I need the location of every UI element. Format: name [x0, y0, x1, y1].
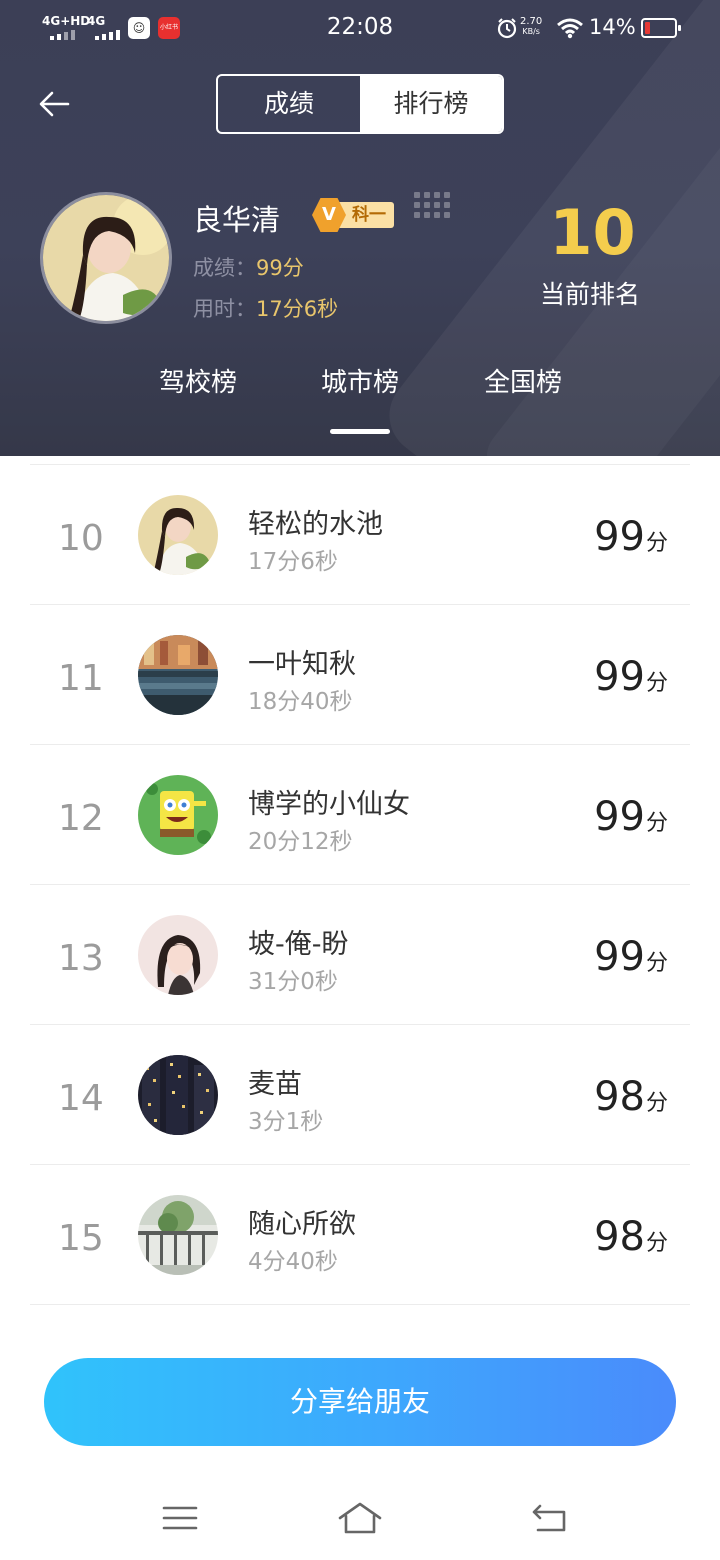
item-rank: 13: [58, 938, 104, 979]
item-rank: 14: [58, 1078, 104, 1119]
item-avatar: [138, 635, 218, 715]
item-time: 17分6秒: [248, 549, 338, 575]
my-score: 成绩：99分: [193, 256, 304, 280]
ranking-list: 10 轻松的水池 17分6秒 99分 11 一叶知秋 18分40秒 99分 12…: [30, 464, 690, 1305]
item-score: 98分: [594, 1214, 668, 1260]
item-score: 99分: [594, 654, 668, 700]
system-nav-bar: [0, 1480, 720, 1560]
item-name: 随心所欲: [248, 1209, 356, 1240]
ranking-header: 4G+HD 4G ☺ 小红书 22:08 2.70 KB/s 14% 成绩 排行…: [0, 0, 720, 456]
list-item[interactable]: 11 一叶知秋 18分40秒 99分: [30, 605, 690, 745]
home-icon[interactable]: [336, 1496, 384, 1540]
dots-decoration: [414, 192, 450, 218]
item-time: 3分1秒: [248, 1109, 324, 1135]
my-name: 良华清: [193, 203, 281, 237]
item-avatar: [138, 915, 218, 995]
menu-icon[interactable]: [156, 1496, 204, 1540]
item-name: 一叶知秋: [248, 649, 356, 680]
segment-score[interactable]: 成绩: [218, 76, 360, 132]
share-button[interactable]: 分享给朋友: [44, 1358, 676, 1446]
status-bar: 4G+HD 4G ☺ 小红书 22:08 2.70 KB/s 14%: [0, 0, 720, 56]
item-rank: 11: [58, 658, 104, 699]
item-avatar: [138, 1195, 218, 1275]
item-score: 98分: [594, 1074, 668, 1120]
current-rank-label: 当前排名: [539, 280, 640, 309]
item-time: 20分12秒: [248, 829, 353, 855]
subject-badge: V 科一: [312, 198, 394, 232]
view-segment-control: 成绩 排行榜: [216, 74, 504, 134]
wifi-icon: [557, 18, 583, 39]
item-avatar: [138, 495, 218, 575]
battery-icon: [641, 18, 681, 38]
list-item[interactable]: 14 麦苗 3分1秒 98分: [30, 1025, 690, 1165]
item-rank: 10: [58, 518, 104, 559]
item-rank: 12: [58, 798, 104, 839]
active-tab-indicator: [330, 429, 390, 434]
leaderboard-tabs: 驾校榜 城市榜 全国榜: [0, 362, 720, 402]
item-time: 18分40秒: [248, 689, 353, 715]
alarm-icon: [497, 18, 517, 39]
tab-school[interactable]: 驾校榜: [138, 362, 258, 399]
return-icon[interactable]: [526, 1496, 574, 1540]
current-rank-value: 10: [549, 196, 636, 269]
net-speed: 2.70 KB/s: [520, 16, 543, 37]
item-avatar: [138, 775, 218, 855]
list-item[interactable]: 10 轻松的水池 17分6秒 99分: [30, 465, 690, 605]
item-name: 麦苗: [248, 1069, 302, 1100]
item-name: 博学的小仙女: [248, 789, 410, 820]
item-avatar: [138, 1055, 218, 1135]
item-rank: 15: [58, 1218, 104, 1259]
battery-percent: 14%: [589, 15, 636, 39]
tab-city[interactable]: 城市榜: [300, 362, 420, 399]
back-arrow-icon[interactable]: [36, 84, 76, 124]
list-item[interactable]: 15 随心所欲 4分40秒 98分: [30, 1165, 690, 1305]
item-score: 99分: [594, 934, 668, 980]
item-time: 31分0秒: [248, 969, 338, 995]
my-time: 用时：17分6秒: [193, 297, 339, 321]
my-avatar[interactable]: [40, 192, 172, 324]
item-score: 99分: [594, 514, 668, 560]
item-name: 坡-俺-盼: [248, 929, 349, 960]
item-score: 99分: [594, 794, 668, 840]
item-name: 轻松的水池: [248, 509, 383, 540]
segment-ranking[interactable]: 排行榜: [360, 76, 502, 132]
list-item[interactable]: 13 坡-俺-盼 31分0秒 99分: [30, 885, 690, 1025]
tab-national[interactable]: 全国榜: [463, 362, 583, 399]
list-item[interactable]: 12 博学的小仙女 20分12秒 99分: [30, 745, 690, 885]
item-time: 4分40秒: [248, 1249, 338, 1275]
